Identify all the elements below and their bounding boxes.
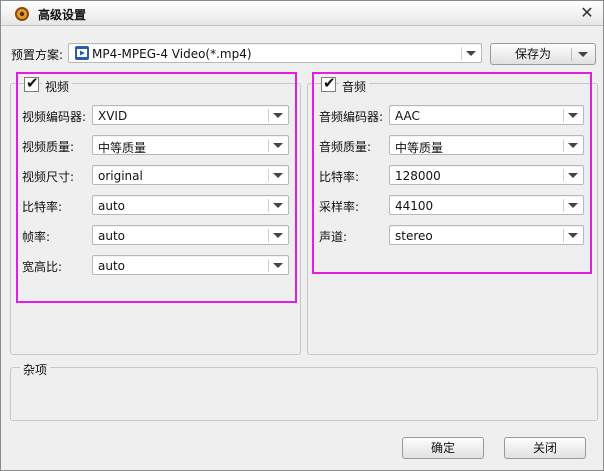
audio-field-label: 声道: [319,230,348,244]
video-field-label: 比特率: [22,200,63,214]
video-encoder-select[interactable]: XVID [92,105,289,125]
chevron-down-icon [273,143,283,148]
video-enable-checkbox[interactable]: ✔ [24,74,39,92]
chevron-down-icon [568,113,578,118]
button-separator [571,48,572,61]
combo-separator [268,259,269,272]
combo-separator [563,199,564,212]
combo-separator [268,109,269,122]
chevron-down-icon [273,263,283,268]
preset-value: MP4-MPEG-4 Video(*.mp4) [92,47,252,61]
chevron-down-icon [568,173,578,178]
combo-separator [461,47,462,60]
chevron-down-icon [273,173,283,178]
video-bitrate-value: auto [98,199,126,213]
audio-encoder-select[interactable]: AAC [389,105,584,125]
video-framerate-select[interactable]: auto [92,225,289,245]
video-field-label: 视频尺寸: [22,170,75,184]
audio-field-label: 音频质量: [319,140,372,154]
audio-bitrate-value: 128000 [395,169,441,183]
audio-samplerate-select[interactable]: 44100 [389,195,584,215]
audio-quality-value: 中等质量 [395,141,444,155]
ok-button[interactable]: 确定 [402,437,484,459]
audio-channels-value: stereo [395,229,433,243]
audio-group-title: 音频 [339,78,370,95]
combo-separator [563,169,564,182]
chevron-down-icon [568,143,578,148]
chevron-down-icon [466,51,476,56]
chevron-down-icon [568,203,578,208]
video-bitrate-select[interactable]: auto [92,195,289,215]
chevron-down-icon [273,113,283,118]
chevron-down-icon [273,233,283,238]
audio-field-label: 采样率: [319,200,360,214]
advanced-settings-dialog: 高级设置 ✕ 预置方案: MP4-MPEG-4 Video(*.mp4) 保存为… [0,0,604,471]
chevron-down-icon [568,233,578,238]
audio-channels-select[interactable]: stereo [389,225,584,245]
close-button[interactable]: 关闭 [504,437,586,459]
audio-enable-checkbox[interactable]: ✔ [321,74,336,92]
title-bar[interactable]: 高级设置 ✕ [1,1,603,26]
save-as-label: 保存为 [515,47,552,61]
preset-select[interactable]: MP4-MPEG-4 Video(*.mp4) [68,43,482,63]
combo-separator [268,229,269,242]
audio-samplerate-value: 44100 [395,199,434,213]
audio-encoder-value: AAC [395,109,420,123]
video-quality-value: 中等质量 [98,141,147,155]
chevron-down-icon [273,203,283,208]
combo-separator [563,139,564,152]
video-encoder-value: XVID [98,109,128,123]
misc-group-title: 杂项 [20,361,51,378]
video-field-label: 帧率: [22,230,51,244]
video-field-label: 视频编码器: [22,110,87,124]
checkmark-icon: ✔ [323,74,336,92]
video-aspect-select[interactable]: auto [92,255,289,275]
combo-separator [268,169,269,182]
video-size-value: original [98,169,143,183]
save-as-button[interactable]: 保存为 [490,43,596,65]
video-group-title: 视频 [42,78,73,95]
close-icon[interactable]: ✕ [579,5,595,21]
preset-label: 预置方案: [11,48,64,62]
audio-bitrate-select[interactable]: 128000 [389,165,584,185]
app-logo-icon [15,7,29,21]
combo-separator [563,229,564,242]
window-title: 高级设置 [38,8,87,22]
video-framerate-value: auto [98,229,126,243]
combo-separator [268,199,269,212]
video-size-select[interactable]: original [92,165,289,185]
misc-group [10,367,598,421]
video-field-label: 宽高比: [22,260,63,274]
audio-field-label: 比特率: [319,170,360,184]
audio-quality-select[interactable]: 中等质量 [389,135,584,155]
video-aspect-value: auto [98,259,126,273]
chevron-down-icon [578,52,588,57]
audio-field-label: 音频编码器: [319,110,384,124]
video-preset-icon [75,46,89,60]
video-quality-select[interactable]: 中等质量 [92,135,289,155]
video-field-label: 视频质量: [22,140,75,154]
checkmark-icon: ✔ [26,74,39,92]
combo-separator [268,139,269,152]
combo-separator [563,109,564,122]
